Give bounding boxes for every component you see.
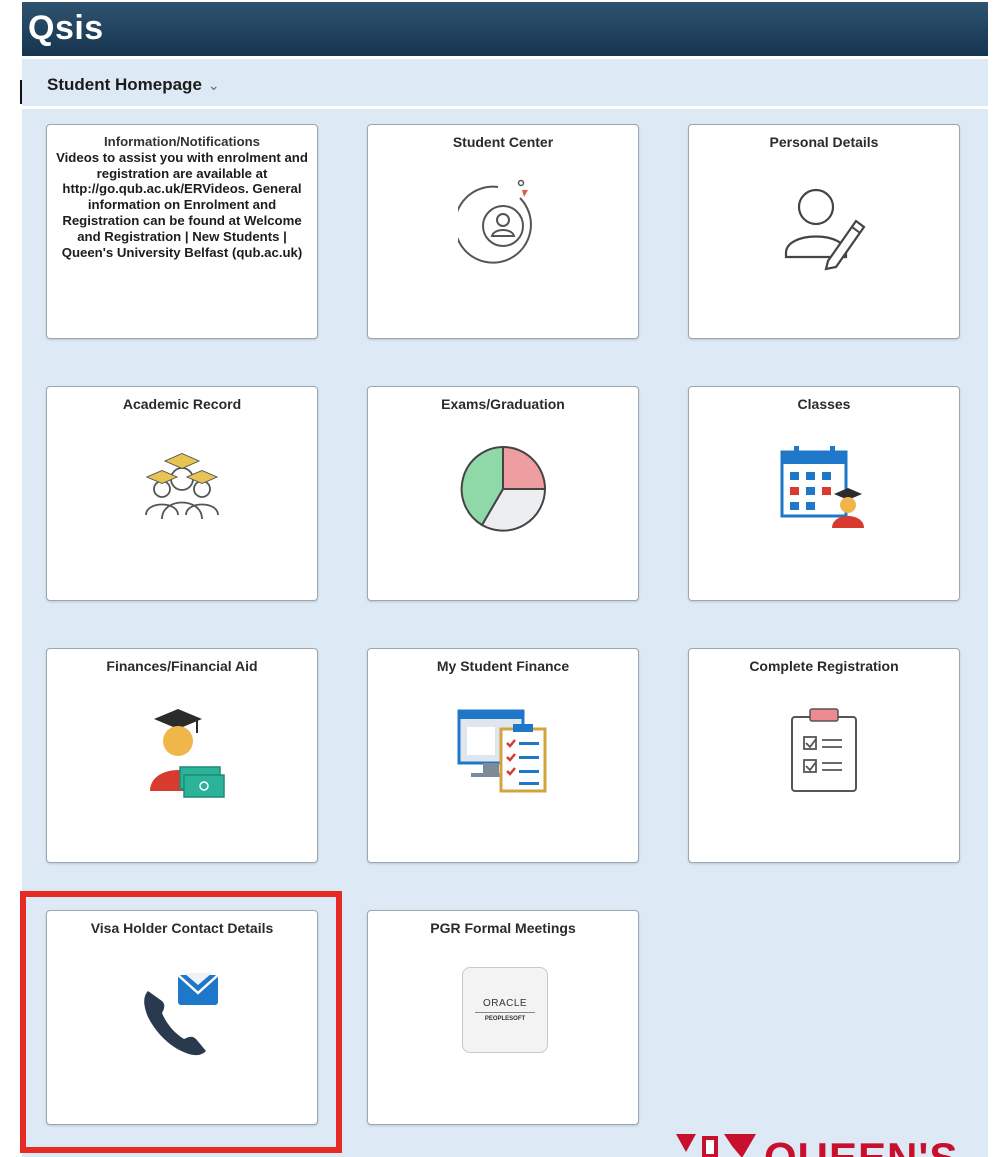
- tile-classes[interactable]: Classes: [688, 386, 960, 601]
- info-notifications-text: Videos to assist you with enrolment and …: [56, 149, 308, 260]
- tile-student-center[interactable]: Student Center: [367, 124, 639, 339]
- app-brand[interactable]: Qsis: [28, 9, 104, 48]
- clipboard-checklist-icon: [791, 708, 857, 792]
- tile-title: PGR Formal Meetings: [430, 920, 576, 936]
- pie-chart-icon: [460, 445, 547, 532]
- oracle-peoplesoft-icon: ORACLE PEOPLESOFT: [462, 967, 548, 1053]
- person-pencil-icon: [784, 188, 866, 271]
- university-crest-icon: [646, 1134, 756, 1157]
- monitor-checklist-icon: [457, 709, 547, 793]
- graduate-money-icon: [150, 709, 225, 798]
- tile-information-notifications[interactable]: Information/Notifications Videos to assi…: [46, 124, 318, 339]
- highlight-box: [20, 891, 342, 1153]
- tile-title: Exams/Graduation: [441, 396, 565, 412]
- tile-my-student-finance[interactable]: My Student Finance: [367, 648, 639, 863]
- student-center-icon: [458, 179, 532, 264]
- tile-title: Complete Registration: [749, 658, 899, 674]
- page-title: Student Homepage: [47, 75, 202, 94]
- app-header: Qsis: [22, 2, 988, 56]
- tile-academic-record[interactable]: Academic Record: [46, 386, 318, 601]
- peoplesoft-logo-text: PEOPLESOFT: [484, 1016, 526, 1022]
- tile-personal-details[interactable]: Personal Details: [688, 124, 960, 339]
- tile-title: My Student Finance: [436, 658, 570, 674]
- calendar-student-icon: [780, 446, 864, 528]
- tile-title: Classes: [797, 396, 851, 412]
- text-cursor: [20, 80, 22, 104]
- logo-divider: [475, 1012, 535, 1013]
- graduates-group-icon: [145, 453, 219, 520]
- university-logo-text: QUEEN'S: [764, 1134, 958, 1157]
- tile-pgr-formal-meetings[interactable]: PGR Formal Meetings ORACLE PEOPLESOFT: [367, 910, 639, 1125]
- homepage-selector[interactable]: Student Homepage ⌄: [47, 75, 220, 95]
- info-notifications-body: Information/Notifications Videos to assi…: [55, 134, 309, 338]
- tile-title: Academic Record: [122, 396, 242, 412]
- tile-title: Information/Notifications: [103, 134, 261, 149]
- tile-title: Personal Details: [769, 134, 879, 150]
- tile-complete-registration[interactable]: Complete Registration: [688, 648, 960, 863]
- oracle-logo-text: ORACLE: [482, 998, 528, 1009]
- chevron-down-icon: ⌄: [207, 77, 220, 93]
- tile-finances-financial-aid[interactable]: Finances/Financial Aid: [46, 648, 318, 863]
- university-logo: QUEEN'S: [634, 1132, 995, 1157]
- page-header: Student Homepage ⌄: [22, 62, 988, 109]
- tile-exams-graduation[interactable]: Exams/Graduation: [367, 386, 639, 601]
- tile-title: Finances/Financial Aid: [106, 658, 258, 674]
- tile-title: Student Center: [452, 134, 554, 150]
